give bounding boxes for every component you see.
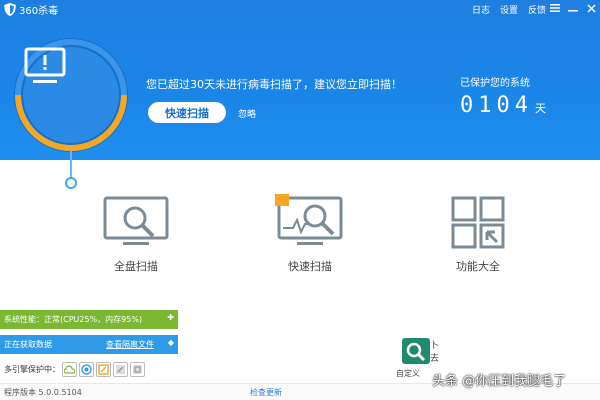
sys-repair-engine-icon[interactable] xyxy=(96,362,111,377)
performance-bar[interactable]: 系统性能：正常(CPU25%，内存95%) ✚ xyxy=(0,310,178,329)
ring-connector xyxy=(70,150,72,178)
quarantine-link[interactable]: 查看隔离文件 xyxy=(106,339,154,350)
title-links: 日志 设置 反馈 xyxy=(472,3,546,16)
shield-icon xyxy=(4,3,16,16)
custom-scan-label: 自定义 xyxy=(396,369,420,378)
fetching-bar[interactable]: 正在获取数据 查看隔离文件 ◆ xyxy=(0,335,178,354)
watermark-text: 头条 @你压到我腿毛了 xyxy=(432,374,567,389)
cloud-engine-icon[interactable] xyxy=(62,362,77,377)
connector-node xyxy=(65,177,77,189)
qvm-engine-icon[interactable] xyxy=(79,362,94,377)
app-logo: 360杀毒 xyxy=(4,2,58,17)
toolbox-label: 功能大全 xyxy=(456,260,500,273)
chevron-right-icon[interactable]: ◆ xyxy=(168,338,174,347)
full-scan-icon xyxy=(103,196,169,245)
monitor-warning-icon xyxy=(24,47,66,83)
minimize-icon[interactable] xyxy=(566,1,580,15)
fetching-text: 正在获取数据 xyxy=(4,340,52,349)
quick-scan-button[interactable]: 快速扫描 xyxy=(148,102,226,123)
app-title: 360杀毒 xyxy=(19,6,59,17)
close-icon[interactable] xyxy=(584,1,598,15)
settings-link[interactable]: 设置 xyxy=(500,3,518,16)
feedback-link[interactable]: 反馈 xyxy=(528,3,546,16)
protected-label: 已保护您的系统 xyxy=(460,78,530,89)
check-update-link[interactable]: 检查更新 xyxy=(250,387,282,398)
header-panel: 360杀毒 日志 设置 反馈 您已超过30天未进行病毒扫描了，建议您立即扫描！ … xyxy=(0,0,600,160)
bitdefender-engine-icon[interactable] xyxy=(113,362,128,377)
menu-icon[interactable] xyxy=(548,1,562,15)
full-scan-feature[interactable]: 全盘扫描 xyxy=(86,194,186,274)
log-link[interactable]: 日志 xyxy=(472,3,490,16)
grid-icon xyxy=(451,196,505,249)
custom-scan-icon xyxy=(402,338,430,364)
titlebar: 360杀毒 日志 设置 反馈 xyxy=(0,0,600,18)
protection-status-ring[interactable] xyxy=(14,38,128,152)
toolbox-feature[interactable]: 功能大全 xyxy=(428,194,528,274)
window-controls xyxy=(548,1,598,15)
avira-engine-icon[interactable] xyxy=(130,362,145,377)
custom-tool-extra-text: 卜去 xyxy=(430,341,440,364)
expand-icon[interactable]: ✚ xyxy=(167,313,174,322)
full-scan-label: 全盘扫描 xyxy=(114,260,158,273)
quick-scan-feature[interactable]: 快速扫描 xyxy=(260,194,360,274)
protected-days-count: 0104 xyxy=(460,93,533,118)
ring-center xyxy=(23,47,119,143)
protected-days-row: 0104 天 xyxy=(460,93,546,118)
quick-scan-label: 快速扫描 xyxy=(288,260,332,273)
engine-status: 多引擎保护中： xyxy=(4,362,145,377)
program-version: 程序版本 5.0.0.5104 xyxy=(4,388,82,397)
performance-text: 系统性能：正常(CPU25%，内存95%) xyxy=(4,315,143,324)
days-unit: 天 xyxy=(534,102,546,115)
engines-label: 多引擎保护中： xyxy=(4,365,60,374)
quick-scan-icon xyxy=(275,194,343,245)
ignore-link[interactable]: 忽略 xyxy=(238,107,256,120)
scan-warning-text: 您已超过30天未进行病毒扫描了，建议您立即扫描！ xyxy=(146,78,402,91)
